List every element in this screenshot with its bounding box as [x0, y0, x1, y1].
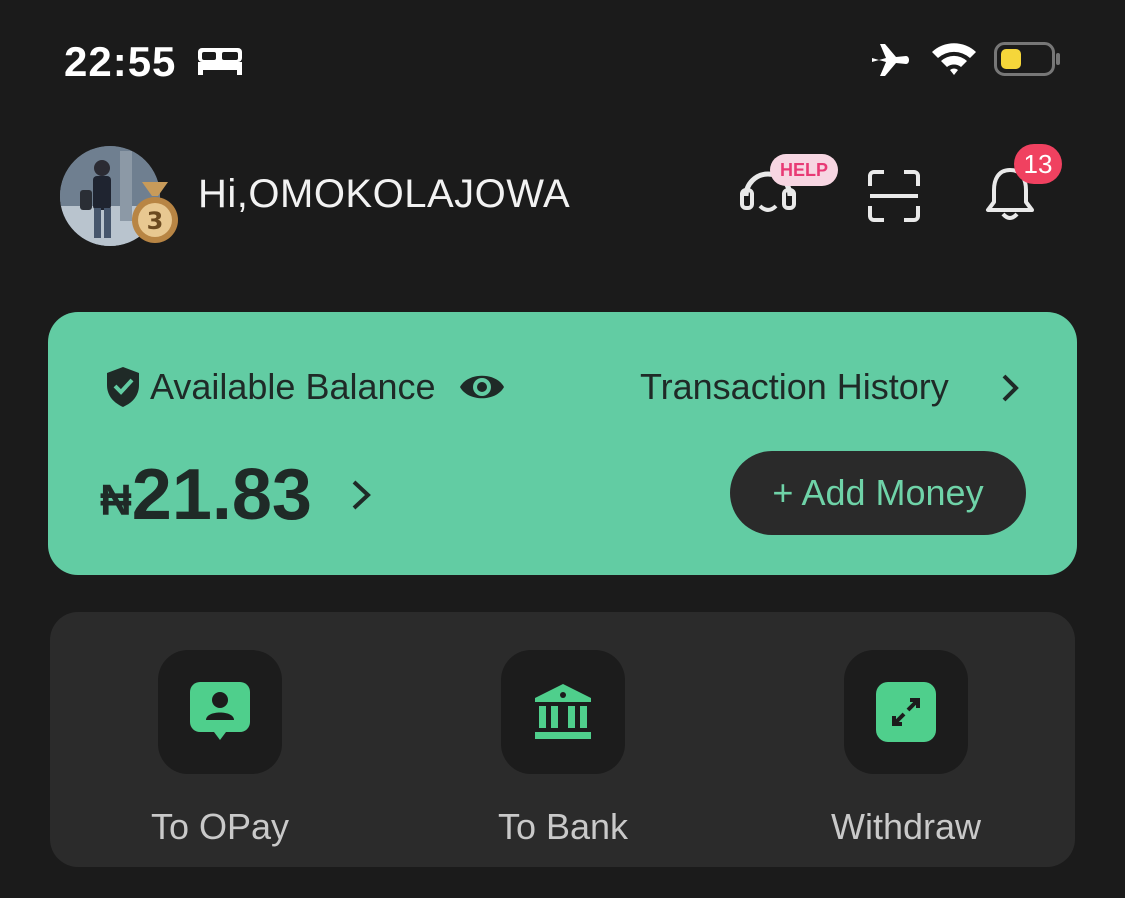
status-time: 22:55 — [64, 38, 177, 85]
available-balance-label: Available Balance — [150, 366, 436, 407]
to-opay-tile[interactable] — [158, 650, 282, 774]
withdraw-icon — [876, 682, 936, 742]
bank-icon — [535, 684, 591, 739]
withdraw-label: Withdraw — [830, 806, 982, 847]
balance-value: 21.83 — [131, 455, 312, 535]
status-bar: 22:55 — [0, 0, 1125, 110]
medal-level: 3 — [147, 207, 164, 235]
to-bank-label: To Bank — [497, 806, 629, 847]
currency-symbol: ₦ — [100, 476, 132, 525]
balance-amount[interactable]: ₦21.83 — [100, 454, 312, 536]
to-bank-tile[interactable] — [501, 650, 625, 774]
withdraw-tile[interactable] — [844, 650, 968, 774]
scan-icon[interactable] — [866, 168, 922, 224]
withdraw-action[interactable]: Withdraw — [784, 650, 1024, 860]
to-opay-action[interactable]: To OPay — [98, 650, 338, 860]
add-money-button[interactable]: + Add Money — [730, 451, 1026, 535]
wifi-icon — [932, 43, 976, 75]
help-badge: HELP — [770, 154, 839, 186]
contact-icon — [190, 682, 250, 740]
medal-badge-icon: 3 — [132, 182, 178, 243]
notification-count-badge: 13 — [1014, 144, 1062, 184]
battery-icon — [994, 42, 1060, 76]
to-bank-action[interactable]: To Bank — [441, 650, 681, 860]
shield-check-icon — [107, 367, 139, 407]
transaction-history-link[interactable]: Transaction History — [640, 366, 949, 408]
airplane-icon — [872, 44, 909, 76]
chevron-right-icon[interactable] — [998, 372, 1022, 404]
balance-chevron-right-icon[interactable] — [348, 476, 374, 514]
eye-icon[interactable] — [458, 368, 506, 406]
to-opay-label: To OPay — [150, 806, 290, 847]
greeting-text: Hi,OMOKOLAJOWA — [198, 172, 571, 216]
bed-icon — [198, 48, 242, 75]
